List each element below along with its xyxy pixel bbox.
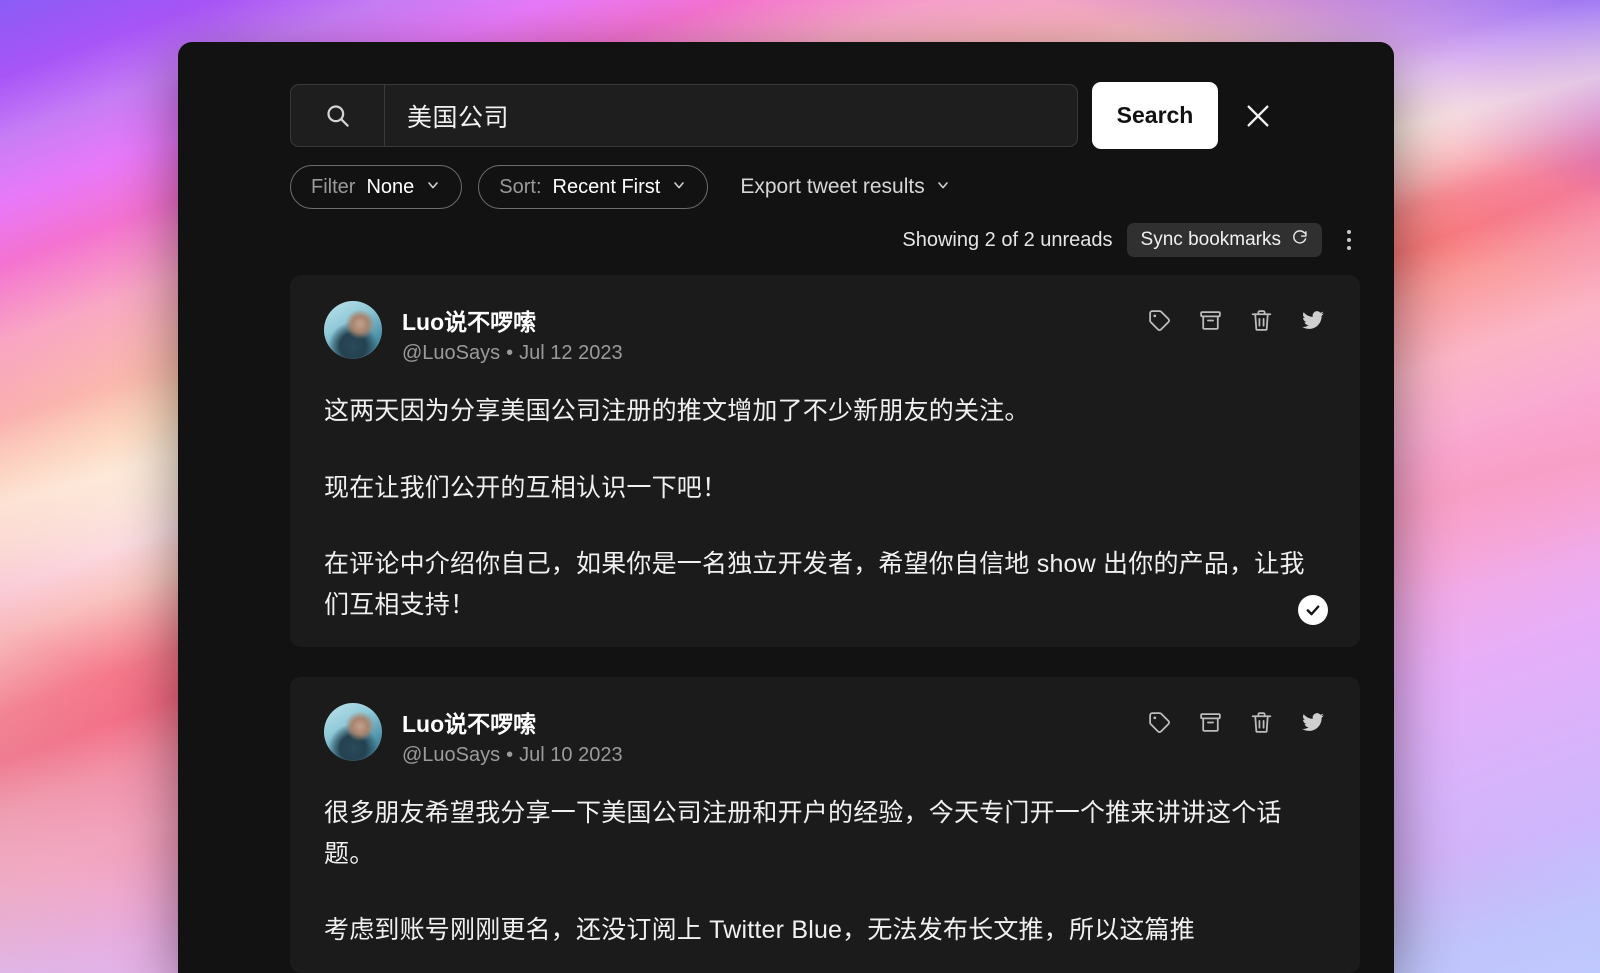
tweet-paragraph: 考虑到账号刚刚更名，还没订阅上 Twitter Blue，无法发布长文推，所以这… xyxy=(324,916,1195,944)
sort-value: Recent First xyxy=(552,175,661,198)
tweet-header: Luo说不啰嗦 @LuoSays • Jul 10 2023 xyxy=(324,703,1326,767)
tweet-actions xyxy=(1147,703,1326,735)
chevron-down-icon xyxy=(671,176,687,199)
date: Jul 12 2023 xyxy=(519,342,623,364)
tweet-list: Luo说不啰嗦 @LuoSays • Jul 12 2023 这两天因为分享美国… xyxy=(178,257,1394,973)
search-button[interactable]: Search xyxy=(1092,82,1218,149)
showing-count: Showing 2 of 2 unreads xyxy=(902,228,1113,251)
tweet-header: Luo说不啰嗦 @LuoSays • Jul 12 2023 xyxy=(324,301,1326,365)
tweet-text: 这两天因为分享美国公司注册的推文增加了不少新朋友的关注。 现在让我们公开的互相认… xyxy=(324,391,1326,625)
twitter-bird-icon[interactable] xyxy=(1300,709,1326,735)
search-input[interactable]: 美国公司 xyxy=(290,84,1078,147)
sort-dropdown[interactable]: Sort: Recent First xyxy=(478,165,709,209)
date: Jul 10 2023 xyxy=(519,744,623,766)
tweet-author: Luo说不啰嗦 @LuoSays • Jul 12 2023 xyxy=(402,301,623,365)
archive-icon[interactable] xyxy=(1198,308,1223,333)
search-icon xyxy=(291,85,385,146)
avatar xyxy=(324,301,382,359)
sync-bookmarks-button[interactable]: Sync bookmarks xyxy=(1126,223,1322,257)
tweet-paragraph: 在评论中介绍你自己，如果你是一名独立开发者，希望你自信地 show 出你的产品，… xyxy=(324,550,1305,619)
tag-icon[interactable] xyxy=(1147,308,1172,333)
chevron-down-icon xyxy=(935,175,951,199)
trash-icon[interactable] xyxy=(1249,308,1274,333)
tweet-paragraph: 现在让我们公开的互相认识一下吧！ xyxy=(324,473,728,502)
search-input-value: 美国公司 xyxy=(407,103,510,132)
kebab-menu-icon[interactable] xyxy=(1336,223,1362,257)
handle: @LuoSays xyxy=(402,342,501,364)
export-tweet-results-dropdown[interactable]: Export tweet results xyxy=(740,175,950,199)
table-row[interactable]: Luo说不啰嗦 @LuoSays • Jul 12 2023 这两天因为分享美国… xyxy=(290,275,1360,647)
tag-icon[interactable] xyxy=(1147,710,1172,735)
tweet-text: 很多朋友希望我分享一下美国公司注册和开户的经验，今天专门开一个推来讲讲这个话题。… xyxy=(324,793,1326,951)
paragraph-spacer xyxy=(324,432,1326,468)
tweet-actions xyxy=(1147,301,1326,333)
separator: • xyxy=(506,342,514,364)
handle-and-date: @LuoSays • Jul 12 2023 xyxy=(402,342,623,365)
export-label: Export tweet results xyxy=(740,175,925,198)
handle-and-date: @LuoSays • Jul 10 2023 xyxy=(402,744,623,767)
tweet-paragraph: 很多朋友希望我分享一下美国公司注册和开户的经验，今天专门开一个推来讲讲这个话题。 xyxy=(324,799,1282,868)
status-badge[interactable] xyxy=(1298,595,1328,625)
paragraph-spacer xyxy=(324,874,1326,910)
sync-icon xyxy=(1291,229,1308,252)
close-icon[interactable] xyxy=(1236,94,1280,138)
filter-value: None xyxy=(366,175,415,198)
status-row: Showing 2 of 2 unreads Sync bookmarks xyxy=(178,209,1394,257)
sync-bookmarks-label: Sync bookmarks xyxy=(1140,229,1281,250)
table-row[interactable]: Luo说不啰嗦 @LuoSays • Jul 10 2023 很多朋友希望我分享… xyxy=(290,677,1360,973)
trash-icon[interactable] xyxy=(1249,710,1274,735)
tweet-paragraph: 这两天因为分享美国公司注册的推文增加了不少新朋友的关注。 xyxy=(324,397,1030,425)
chevron-down-icon xyxy=(425,176,441,199)
filter-row: Filter None Sort: Recent First Export tw… xyxy=(178,149,1394,209)
avatar xyxy=(324,703,382,761)
filter-label: Filter xyxy=(311,175,356,198)
display-name: Luo说不啰嗦 xyxy=(402,711,537,737)
app-window: 美国公司 Search Filter None Sort: Recent Fir… xyxy=(178,42,1394,973)
archive-icon[interactable] xyxy=(1198,710,1223,735)
sort-label: Sort: xyxy=(499,175,542,198)
display-name: Luo说不啰嗦 xyxy=(402,309,537,335)
handle: @LuoSays xyxy=(402,744,501,766)
paragraph-spacer xyxy=(324,508,1326,544)
separator: • xyxy=(506,744,514,766)
search-row: 美国公司 Search xyxy=(178,42,1394,149)
filter-dropdown[interactable]: Filter None xyxy=(290,165,463,209)
twitter-bird-icon[interactable] xyxy=(1300,307,1326,333)
tweet-author: Luo说不啰嗦 @LuoSays • Jul 10 2023 xyxy=(402,703,623,767)
